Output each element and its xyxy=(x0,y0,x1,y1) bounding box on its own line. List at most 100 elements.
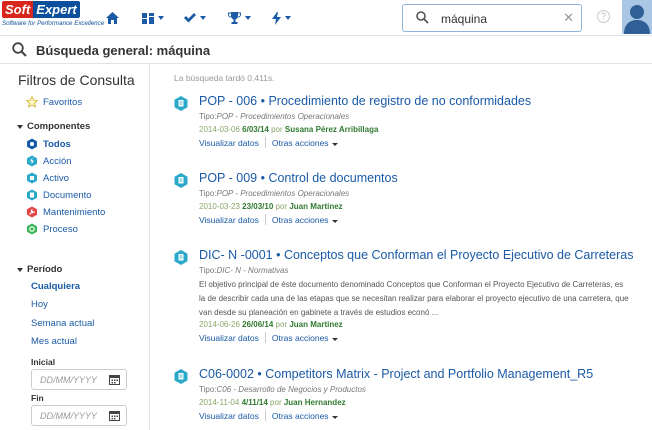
calendar-icon[interactable] xyxy=(109,374,120,385)
user-silhouette-icon xyxy=(622,0,652,34)
action-icon xyxy=(27,155,37,167)
view-data-link[interactable]: Visualizar datos xyxy=(199,215,259,225)
components-section-header[interactable]: Componentes xyxy=(17,121,90,132)
view-data-link[interactable]: Visualizar datos xyxy=(199,333,259,343)
all-components-icon xyxy=(27,138,37,150)
checkmark-icon xyxy=(184,13,196,23)
period-hoy[interactable]: Hoy xyxy=(31,299,48,310)
chevron-down-icon xyxy=(285,16,291,20)
view-data-link[interactable]: Visualizar datos xyxy=(199,138,259,148)
start-date-field[interactable]: DD/MM/YYYY xyxy=(31,369,127,390)
trophy-icon xyxy=(228,12,241,24)
global-search-box[interactable]: ✕ xyxy=(402,4,582,32)
result-title-link[interactable]: POP - 009 • Control de documentos xyxy=(199,171,398,185)
updated-date: 26/06/14 xyxy=(242,320,274,329)
logo-expert-text: Expert xyxy=(33,1,80,18)
result-meta: 2010-03-23 23/03/10 por Juan Martinez xyxy=(199,202,343,211)
softexpert-logo[interactable]: Soft Expert Software for Performance Exce… xyxy=(2,1,104,31)
document-icon xyxy=(174,173,188,188)
other-actions-dropdown[interactable]: Otras acciones xyxy=(272,215,338,225)
dashboard-menu-button[interactable] xyxy=(142,9,164,27)
top-navigation-bar: Soft Expert Software for Performance Exce… xyxy=(0,0,652,36)
component-filter-mantenimiento[interactable]: Mantenimiento xyxy=(26,206,105,218)
result-meta: 2014-11-04 4/11/14 por Juan Hernandez xyxy=(199,398,346,407)
result-type: Tipo:DIC- N - Normativas xyxy=(199,266,289,275)
updated-date: 6/03/14 xyxy=(242,125,269,134)
result-actions: Visualizar datos Otras acciones xyxy=(199,410,338,421)
calendar-icon[interactable] xyxy=(109,410,120,421)
other-actions-label: Otras acciones xyxy=(271,410,329,421)
component-label: Proceso xyxy=(43,223,78,235)
divider xyxy=(264,137,266,148)
component-filter-activo[interactable]: Activo xyxy=(26,172,69,184)
component-label: Activo xyxy=(43,172,69,184)
by-label: por xyxy=(275,320,288,329)
result-title-link[interactable]: DIC- N -0001 • Conceptos que Conforman e… xyxy=(199,248,633,262)
document-icon xyxy=(174,369,188,384)
period-mes-actual[interactable]: Mes actual xyxy=(31,336,77,347)
other-actions-dropdown[interactable]: Otras acciones xyxy=(272,333,338,343)
favorites-filter[interactable]: Favoritos xyxy=(26,96,82,108)
author-name: Juan Martinez xyxy=(289,320,343,329)
chevron-down-icon xyxy=(158,16,164,20)
author-name: Juan Hernandez xyxy=(283,398,346,407)
created-date: 2010-03-23 xyxy=(199,202,240,211)
filters-sidebar: Filtros de Consulta Favoritos Componente… xyxy=(0,64,150,430)
other-actions-dropdown[interactable]: Otras acciones xyxy=(272,411,338,421)
component-filter-documento[interactable]: Documento xyxy=(26,189,92,201)
component-filter-todos[interactable]: Todos xyxy=(26,138,71,150)
component-filter-accion[interactable]: Acción xyxy=(26,155,72,167)
home-icon xyxy=(106,12,119,24)
maintenance-icon xyxy=(27,206,37,218)
logo-mark: Soft Expert xyxy=(2,1,94,18)
result-title-link[interactable]: C06-0002 • Competitors Matrix - Project … xyxy=(199,367,593,381)
other-actions-label: Otras acciones xyxy=(271,214,329,225)
document-icon xyxy=(174,96,188,111)
result-title-link[interactable]: POP - 006 • Procedimiento de registro de… xyxy=(199,94,531,108)
type-prefix: Tipo: xyxy=(199,385,217,394)
end-date-label: Fin xyxy=(31,393,44,403)
search-title-bar: Búsqueda general: máquina xyxy=(0,36,652,64)
end-date-field[interactable]: DD/MM/YYYY xyxy=(31,405,127,426)
type-value: POP - Procedimientos Operacionales xyxy=(216,189,350,198)
type-value: POP - Procedimientos Operacionales xyxy=(216,112,350,121)
divider xyxy=(264,410,266,421)
search-timing: La búsqueda tardó 0.411s. xyxy=(174,73,275,83)
logo-soft-text: Soft xyxy=(2,1,34,18)
other-actions-dropdown[interactable]: Otras acciones xyxy=(272,138,338,148)
end-date-placeholder: DD/MM/YYYY xyxy=(40,411,98,421)
result-actions: Visualizar datos Otras acciones xyxy=(199,137,338,148)
view-data-link[interactable]: Visualizar datos xyxy=(199,411,259,421)
search-input[interactable] xyxy=(441,10,561,28)
created-date: 2014-11-04 xyxy=(199,398,240,407)
type-prefix: Tipo: xyxy=(199,189,217,198)
result-description: El objetivo principal de éste documento … xyxy=(199,280,629,317)
star-icon xyxy=(26,96,38,108)
period-cualquiera[interactable]: Cualquiera xyxy=(31,281,80,292)
component-filter-proceso[interactable]: Proceso xyxy=(26,223,78,235)
divider xyxy=(264,332,266,343)
type-value: DIC- N - Normativas xyxy=(216,266,289,275)
dashboard-icon xyxy=(142,12,154,24)
start-date-placeholder: DD/MM/YYYY xyxy=(40,375,98,385)
clear-search-icon[interactable]: ✕ xyxy=(563,11,574,25)
tasks-menu-button[interactable] xyxy=(184,9,206,27)
period-section-header[interactable]: Período xyxy=(17,264,62,275)
period-semana-actual[interactable]: Semana actual xyxy=(31,318,94,329)
by-label: por xyxy=(271,125,283,134)
chevron-down-icon xyxy=(245,16,251,20)
help-icon[interactable]: ? xyxy=(597,10,610,23)
by-label: por xyxy=(275,202,288,211)
chevron-down-icon xyxy=(331,219,338,223)
author-name: Juan Martinez xyxy=(289,202,343,211)
user-avatar[interactable] xyxy=(622,0,652,34)
goals-menu-button[interactable] xyxy=(228,9,251,27)
result-type: Tipo:POP - Procedimientos Operacionales xyxy=(199,189,349,198)
actions-menu-button[interactable] xyxy=(272,9,291,27)
created-date: 2014-03-06 xyxy=(199,125,240,134)
other-actions-label: Otras acciones xyxy=(271,137,329,148)
home-button[interactable] xyxy=(106,9,119,27)
updated-date: 4/11/14 xyxy=(241,398,268,407)
divider xyxy=(264,214,266,225)
chevron-down-icon xyxy=(331,337,338,341)
